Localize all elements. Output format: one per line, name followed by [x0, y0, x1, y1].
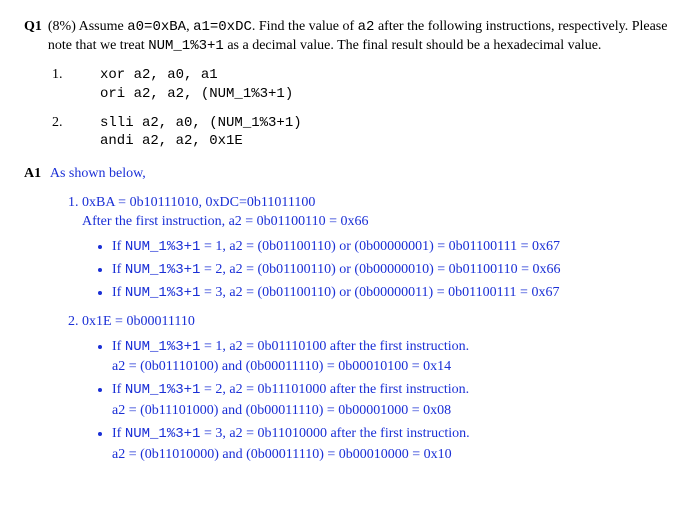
answer-part-1: 0xBA = 0b10111010, 0xDC=0b11011100 After… — [82, 194, 676, 302]
answer-part1-bullets: If NUM_1%3+1 = 1, a2 = (0b01100110) or (… — [82, 238, 676, 303]
answer-subline: a2 = (0b01110100) and (0b00011110) = 0b0… — [112, 358, 676, 377]
answer-intro: As shown below, — [50, 166, 146, 181]
answer-subline: a2 = (0b11010000) and (0b00011110) = 0b0… — [112, 446, 676, 465]
question-sep: , — [186, 19, 193, 34]
question-percent: (8%) — [48, 19, 76, 34]
num-code: NUM_1%3+1 — [125, 382, 201, 398]
question-block: Q1 (8%) Assume a0=0xBA, a1=0xDC. Find th… — [24, 18, 676, 56]
answer-part1-header: 0xBA = 0b10111010, 0xDC=0b11011100 — [82, 194, 676, 213]
instruction-item: 1. xor a2, a0, a1 ori a2, a2, (NUM_1%3+1… — [52, 66, 676, 104]
num-code: NUM_1%3+1 — [125, 285, 201, 301]
answer-subline: a2 = (0b11101000) and (0b00011110) = 0b0… — [112, 402, 676, 421]
instruction-code: xor a2, a0, a1 ori a2, a2, (NUM_1%3+1) — [100, 66, 293, 104]
num-code: NUM_1%3+1 — [125, 239, 201, 255]
question-text: . Find the value of — [252, 19, 358, 34]
list-item: If NUM_1%3+1 = 2, a2 = (0b01100110) or (… — [112, 261, 676, 280]
question-code-a2: a2 — [358, 19, 375, 35]
question-code-a1: a1=0xDC — [193, 19, 252, 35]
answer-part2-header: 0x1E = 0b00011110 — [82, 313, 676, 332]
instruction-list: 1. xor a2, a0, a1 ori a2, a2, (NUM_1%3+1… — [52, 66, 676, 152]
question-code-num: NUM_1%3+1 — [148, 38, 224, 54]
answer-body: 0xBA = 0b10111010, 0xDC=0b11011100 After… — [58, 194, 676, 465]
list-item: If NUM_1%3+1 = 3, a2 = (0b01100110) or (… — [112, 284, 676, 303]
num-code: NUM_1%3+1 — [125, 262, 201, 278]
question-label: Q1 — [24, 18, 42, 37]
answer-header: A1 As shown below, — [24, 165, 676, 184]
question-text: as a decimal value. The final result sho… — [224, 38, 602, 53]
question-body: (8%) Assume a0=0xBA, a1=0xDC. Find the v… — [48, 18, 676, 56]
instruction-number: 1. — [52, 66, 100, 85]
num-code: NUM_1%3+1 — [125, 426, 201, 442]
question-text: Assume — [79, 19, 128, 34]
answer-part2-bullets: If NUM_1%3+1 = 1, a2 = 0b01110100 after … — [82, 338, 676, 465]
list-item: If NUM_1%3+1 = 1, a2 = (0b01100110) or (… — [112, 238, 676, 257]
instruction-number: 2. — [52, 114, 100, 133]
list-item: If NUM_1%3+1 = 1, a2 = 0b01110100 after … — [112, 338, 676, 378]
instruction-item: 2. slli a2, a0, (NUM_1%3+1) andi a2, a2,… — [52, 114, 676, 152]
answer-label: A1 — [24, 166, 41, 181]
list-item: If NUM_1%3+1 = 3, a2 = 0b11010000 after … — [112, 425, 676, 465]
instruction-code: slli a2, a0, (NUM_1%3+1) andi a2, a2, 0x… — [100, 114, 302, 152]
list-item: If NUM_1%3+1 = 2, a2 = 0b11101000 after … — [112, 381, 676, 421]
answer-part-2: 0x1E = 0b00011110 If NUM_1%3+1 = 1, a2 =… — [82, 313, 676, 465]
num-code: NUM_1%3+1 — [125, 339, 201, 355]
answer-part1-after: After the first instruction, a2 = 0b0110… — [82, 213, 676, 232]
question-code-a0: a0=0xBA — [127, 19, 186, 35]
